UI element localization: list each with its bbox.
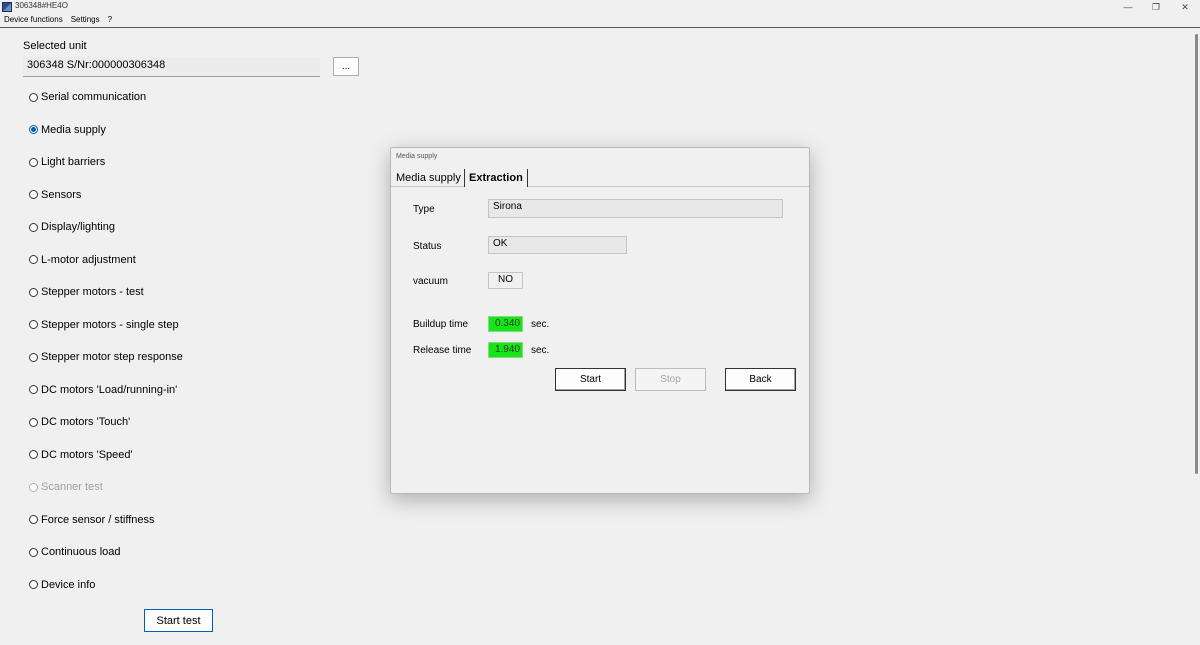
radio-option-label: Serial communication [41,91,147,103]
menu-device-functions[interactable]: Device functions [0,14,67,28]
app-icon [2,2,12,12]
radio-unselected-icon[interactable] [29,92,38,102]
radio-option-label: DC motors 'Load/running-in' [41,383,178,396]
radio-option[interactable]: Light barriers [29,155,105,169]
release-time-unit: sec. [531,345,550,356]
status-field: OK [488,236,627,254]
tab-media-supply[interactable]: Media supply [392,169,465,187]
radio-unselected-icon[interactable] [29,287,38,297]
stop-button[interactable]: Stop [635,368,706,391]
radio-option-label: Light barriers [41,156,106,168]
start-test-button[interactable]: Start test [144,609,213,632]
minimize-button[interactable]: — [1113,0,1143,14]
radio-option-label: L-motor adjustment [41,253,136,266]
radio-option-label: Device info [41,578,96,591]
selected-unit-label: Selected unit [23,40,87,52]
radio-option-label: Force sensor / stiffness [41,513,155,526]
dialog-tabs: Media supply Extraction [391,169,809,187]
radio-option-label: Continuous load [41,546,121,558]
menu-help[interactable]: ? [104,14,116,28]
radio-option[interactable]: Media supply [29,123,106,137]
buildup-time-field: 0.340 [488,316,523,332]
radio-option[interactable]: DC motors 'Touch' [29,415,130,429]
radio-option-label: DC motors 'Touch' [41,416,131,428]
radio-option: Scanner test [29,480,103,494]
status-label: Status [413,241,442,252]
radio-option[interactable]: Device info [29,578,95,592]
menu-settings[interactable]: Settings [67,14,104,28]
title-bar: 306348#HE4O — ❐ ✕ [0,0,1200,14]
radio-option[interactable]: Display/lighting [29,220,115,234]
radio-option[interactable]: Continuous load [29,545,121,559]
buildup-time-unit: sec. [531,319,550,330]
vacuum-label: vacuum [413,276,449,287]
radio-option-label: Scanner test [41,481,103,493]
radio-option[interactable]: Force sensor / stiffness [29,513,155,527]
window-title: 306348#HE4O [15,1,68,10]
radio-option[interactable]: L-motor adjustment [29,253,136,267]
radio-unselected-icon[interactable] [29,580,38,589]
buildup-time-label: Buildup time [413,319,469,330]
radio-unselected-icon[interactable] [29,190,38,199]
radio-unselected-icon[interactable] [29,515,38,524]
radio-unselected-icon[interactable] [29,450,38,459]
radio-unselected-icon[interactable] [29,417,38,427]
tab-extraction[interactable]: Extraction [464,169,528,187]
radio-option-label: Display/lighting [41,221,115,233]
maximize-button[interactable]: ❐ [1141,0,1171,14]
back-button[interactable]: Back [725,368,796,391]
radio-option[interactable]: Sensors [29,188,81,202]
radio-unselected-icon[interactable] [29,255,38,264]
radio-option[interactable]: Stepper motors - test [29,285,144,299]
release-time-field: 1.940 [488,342,523,358]
type-label: Type [413,204,435,215]
type-field: Sirona [488,199,783,218]
radio-option-label: Stepper motors - single step [41,318,179,331]
selected-unit-field[interactable]: 306348 S/Nr:000000306348 [23,57,320,77]
menu-bar: Device functions Settings ? [0,14,116,28]
radio-unselected-icon[interactable] [29,320,38,329]
radio-unselected-icon[interactable] [29,385,38,394]
radio-option[interactable]: DC motors 'Load/running-in' [29,383,177,397]
radio-option[interactable]: Stepper motors - single step [29,318,179,332]
start-button[interactable]: Start [555,368,626,391]
release-time-label: Release time [413,345,472,356]
radio-unselected-icon[interactable] [29,157,38,167]
radio-unselected-icon[interactable] [29,352,38,362]
radio-option-label: Stepper motor step response [41,351,183,363]
radio-unselected-icon[interactable] [29,222,38,232]
radio-unselected-icon[interactable] [29,547,38,557]
radio-option-label: Sensors [41,188,82,201]
vacuum-field: NO [488,272,523,289]
media-supply-dialog: Media supply Media supply Extraction Typ… [390,147,810,494]
dialog-title: Media supply [396,153,438,160]
close-button[interactable]: ✕ [1170,0,1200,14]
radio-option-label: Stepper motors - test [41,286,144,298]
radio-unselected-icon [29,482,38,492]
browse-unit-button[interactable]: ... [333,57,359,76]
radio-option[interactable]: DC motors 'Speed' [29,448,133,462]
vertical-scrollbar[interactable] [1193,28,1200,645]
radio-option[interactable]: Serial communication [29,90,146,104]
radio-option-label: DC motors 'Speed' [41,448,133,461]
scrollbar-thumb[interactable] [1195,34,1198,474]
menu-divider [0,27,1200,28]
radio-option[interactable]: Stepper motor step response [29,350,183,364]
radio-option-label: Media supply [41,123,106,136]
radio-selected-icon[interactable] [29,125,38,134]
